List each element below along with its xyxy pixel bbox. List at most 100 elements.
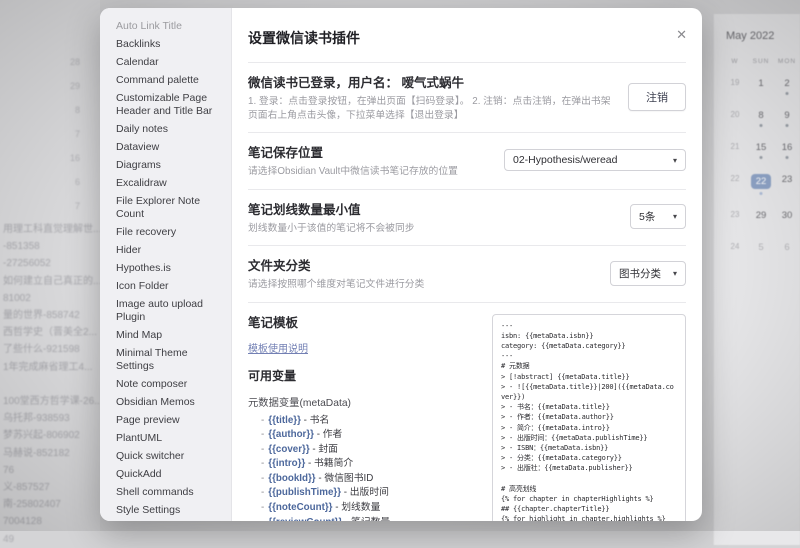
- sidebar-item[interactable]: Diagrams: [108, 157, 225, 174]
- login-setting-row: 微信读书已登录，用户名： 嗳气式蜗牛 1. 登录：点击登录按钮，在弹出页面【扫码…: [248, 63, 686, 133]
- plugin-settings-sidebar: Auto Link Title Backlinks Calendar Command …: [100, 8, 232, 521]
- calendar-note-dot: [759, 156, 763, 159]
- sidebar-item[interactable]: Excalidraw: [108, 175, 225, 192]
- sidebar-item[interactable]: Command palette: [108, 72, 225, 89]
- calendar-note-dot: [785, 124, 789, 127]
- sidebar-item[interactable]: Dataview: [108, 139, 225, 156]
- sidebar-item[interactable]: File recovery: [108, 224, 225, 241]
- close-icon[interactable]: ✕: [676, 28, 687, 41]
- sidebar-item[interactable]: Auto Link Title: [108, 18, 225, 35]
- backdrop-file-item: 量的世界-858742: [3, 310, 80, 322]
- sidebar-item[interactable]: Page preview: [108, 412, 225, 429]
- calendar-week-row: 23 29 30: [722, 207, 800, 229]
- calendar-day-number: 6: [784, 242, 790, 253]
- note-location-row: 笔记保存位置 请选择Obsidian Vault中微信读书笔记存放的位置 02-…: [248, 133, 686, 190]
- backdrop-file-item: 乌托邦-938593: [3, 413, 70, 425]
- bullet-glyph: -: [261, 443, 265, 455]
- calendar-week-row: 20 8 9: [722, 107, 800, 129]
- min-highlight-count-dropdown[interactable]: 5条 ▾: [630, 204, 686, 230]
- bullet-glyph: -: [261, 487, 265, 499]
- sidebar-item[interactable]: Hypothes.is: [108, 260, 225, 277]
- login-instructions: 1. 登录：点击登录按钮，在弹出页面【扫码登录】。 2. 注销：点击注销，在弹出…: [248, 96, 611, 121]
- variable-item: - {{author}} - 作者: [261, 429, 343, 441]
- login-status-text: 微信读书已登录，用户名： 嗳气式蜗牛: [248, 76, 464, 90]
- sidebar-item[interactable]: Tasks: [108, 520, 225, 521]
- sidebar-item[interactable]: Quick switcher: [108, 448, 225, 465]
- backdrop-file-item: 49: [3, 533, 15, 545]
- calendar-week-number: 23: [730, 210, 740, 219]
- sidebar-item[interactable]: File Explorer Note Count: [108, 193, 225, 223]
- backdrop-file-item: 用理工科直觉理解世...: [3, 224, 100, 235]
- calendar-day-number: 8: [758, 110, 764, 121]
- calendar-day: 23: [774, 171, 800, 193]
- calendar-day: 1: [748, 75, 774, 97]
- sidebar-item[interactable]: Icon Folder: [108, 278, 225, 295]
- backdrop-file-item: 西哲学史（晋美全2...: [3, 327, 97, 339]
- sidebar-item[interactable]: Mind Map: [108, 327, 225, 344]
- folder-category-dropdown[interactable]: 图书分类 ▾: [610, 260, 686, 286]
- backdrop-file-item: 100堂西方哲学课-26...: [3, 396, 100, 408]
- backdrop-file-item: -851358: [3, 241, 40, 253]
- bullet-glyph: -: [261, 517, 264, 521]
- bullet-glyph: -: [261, 429, 265, 441]
- variable-token: {{title}}: [268, 414, 301, 426]
- sidebar-item[interactable]: Minimal Theme Settings: [108, 345, 225, 375]
- calendar-month-title: May 2022: [726, 30, 775, 42]
- calendar-note-dot: [785, 156, 789, 159]
- calendar-day: 30: [774, 207, 800, 229]
- backdrop-file-item: 81002: [3, 292, 31, 304]
- calendar-week-row: 22 22 23: [722, 171, 800, 197]
- calendar-grid: 19 1 2 20 8 9 21 15 16 22 22 23 23 29 30 24 5 6: [714, 75, 800, 261]
- variable-group-label: 元数据变量(metaData): [248, 397, 351, 409]
- calendar-col-header: MON: [777, 58, 797, 65]
- backdrop-file-item: 南-25802407: [3, 499, 61, 511]
- chevron-down-icon: ▾: [672, 268, 677, 278]
- calendar-note-dot: [759, 192, 763, 195]
- logout-button[interactable]: 注销: [628, 83, 686, 111]
- template-editor[interactable]: --- isbn: {{metaData.isbn}} category: {{…: [492, 313, 686, 521]
- variable-token: {{author}}: [268, 429, 314, 441]
- sidebar-item[interactable]: PlantUML: [108, 430, 225, 447]
- sidebar-item[interactable]: Daily notes: [108, 121, 225, 138]
- variable-token: {{publishTime}}: [268, 487, 342, 499]
- calendar-week-row: 21 15 16: [722, 139, 800, 161]
- sidebar-item[interactable]: Note composer: [108, 376, 225, 393]
- variable-token: {{cover}}: [268, 443, 310, 455]
- setting-name: 文件夹分类: [248, 259, 311, 273]
- dropdown-value: 图书分类: [619, 267, 661, 280]
- sidebar-item[interactable]: Shell commands: [108, 484, 225, 501]
- sidebar-item[interactable]: Image auto upload Plugin: [108, 296, 225, 326]
- page-title: 设置微信读书插件: [248, 22, 686, 63]
- calendar-col-header: W: [731, 58, 739, 65]
- backdrop-file-item: 梦苏兴起-806902: [3, 430, 80, 442]
- backdrop-file-item: 如何建立自己真正的...: [3, 275, 100, 287]
- setting-desc: 请选择Obsidian Vault中微信读书笔记存放的位置: [248, 166, 458, 177]
- calendar-day: 16: [774, 139, 800, 161]
- bullet-glyph: -: [261, 458, 265, 470]
- bullet-glyph: -: [261, 472, 265, 484]
- sidebar-item[interactable]: QuickAdd: [108, 466, 225, 483]
- template-help-link[interactable]: 模板使用说明: [248, 340, 308, 355]
- folder-category-row: 文件夹分类 请选择按照哪个维度对笔记文件进行分类 图书分类 ▾: [248, 246, 686, 303]
- calendar-col-header: SUN: [752, 58, 770, 65]
- backdrop-week-number: 8: [74, 105, 80, 115]
- setting-name: 笔记保存位置: [248, 146, 324, 160]
- sidebar-item[interactable]: Backlinks: [108, 36, 225, 53]
- setting-desc: 划线数量小于该值的笔记将不会被同步: [248, 222, 415, 234]
- sidebar-item[interactable]: Calendar: [108, 54, 225, 71]
- variable-item: - {{cover}} - 封面: [261, 443, 338, 455]
- calendar-week-number: 21: [730, 142, 740, 151]
- calendar-week-row: 24 5 6: [722, 239, 800, 261]
- sidebar-item[interactable]: Obsidian Memos: [108, 394, 225, 411]
- calendar-note-dot: [759, 124, 763, 127]
- sidebar-item[interactable]: Customizable Page Header and Title Bar: [108, 90, 225, 120]
- sidebar-item[interactable]: Hider: [108, 242, 225, 259]
- backdrop-week-number: 29: [69, 81, 80, 91]
- calendar-day: 29: [748, 207, 774, 229]
- backdrop-week-number: 7: [74, 129, 80, 139]
- sidebar-item[interactable]: Style Settings: [108, 502, 225, 519]
- variable-item: - {{intro}} - 书籍简介: [261, 458, 354, 470]
- calendar-day-number: 23: [781, 174, 793, 185]
- dropdown-value: 02-Hypothesis/weread: [513, 154, 618, 167]
- note-location-dropdown[interactable]: 02-Hypothesis/weread ▾: [504, 149, 686, 172]
